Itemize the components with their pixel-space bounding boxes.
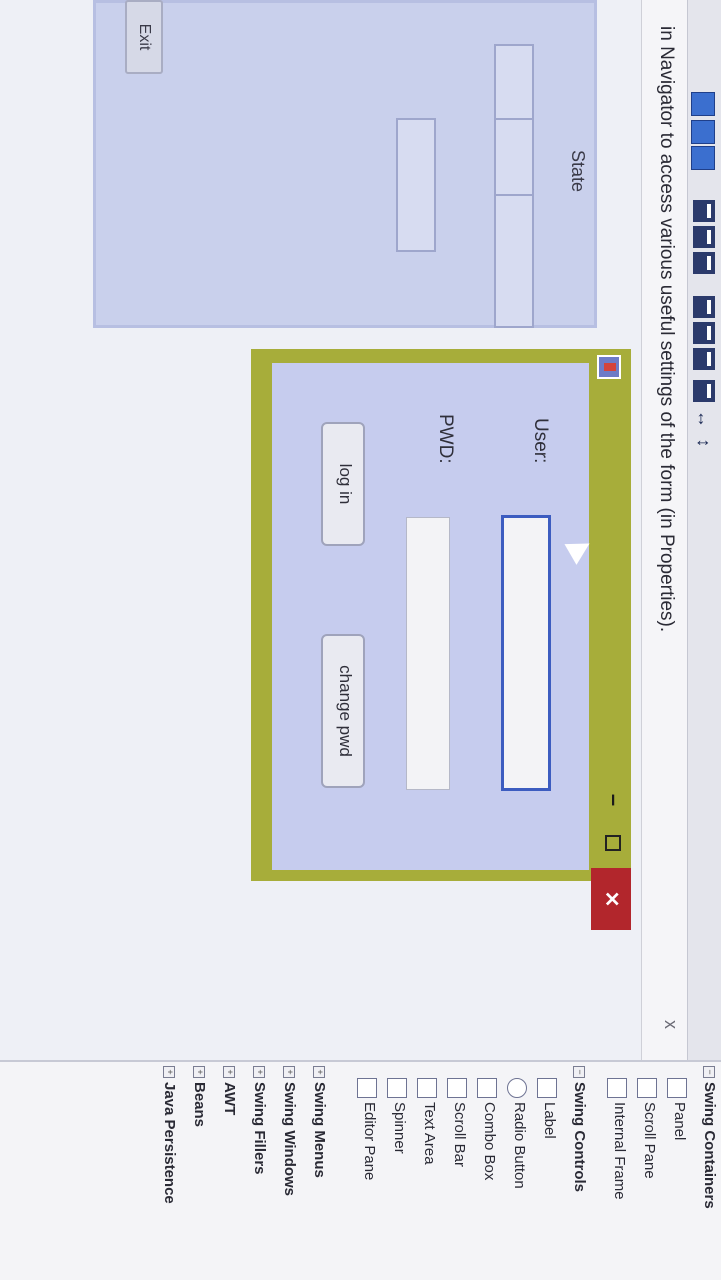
panel-icon xyxy=(667,1078,687,1098)
pwd-label: PWD: xyxy=(435,414,456,464)
spinner-icon xyxy=(387,1078,407,1098)
expand-icon[interactable]: + xyxy=(313,1066,325,1078)
palette-category-java-persistence[interactable]: Java Persistence xyxy=(157,1082,181,1204)
exit-button[interactable]: Exit xyxy=(125,0,163,74)
vertical-resize-icon[interactable]: ↕ xyxy=(693,432,715,454)
palette-category-swing-containers[interactable]: Swing Containers xyxy=(697,1082,721,1209)
preview-design-icon[interactable] xyxy=(691,146,715,170)
palette-item-internal-frame[interactable]: Internal Frame xyxy=(607,1102,631,1200)
label-icon xyxy=(537,1078,557,1098)
state-indicator xyxy=(494,194,534,328)
scroll-bar-icon xyxy=(447,1078,467,1098)
user-label: User: xyxy=(530,418,551,464)
expand-icon[interactable]: + xyxy=(223,1066,235,1078)
info-message: in Navigator to access various useful se… xyxy=(656,26,677,633)
text-area-icon xyxy=(417,1078,437,1098)
editor-pane-icon xyxy=(357,1078,377,1098)
palette-item-text-area[interactable]: Text Area xyxy=(417,1102,441,1165)
expand-icon[interactable]: + xyxy=(193,1066,205,1078)
collapse-icon[interactable]: − xyxy=(573,1066,585,1078)
palette-item-label[interactable]: Label xyxy=(537,1102,561,1139)
login-button[interactable]: log in xyxy=(321,422,365,546)
close-icon[interactable]: x xyxy=(660,1020,681,1029)
connection-mode-icon[interactable] xyxy=(691,120,715,144)
palette-item-radio-button[interactable]: Radio Button xyxy=(507,1102,531,1189)
screen: ↔ ↕ in Navigator to access various usefu… xyxy=(0,0,721,1280)
change-resizability-icon[interactable] xyxy=(693,380,715,402)
radio-button-icon xyxy=(507,1078,527,1098)
expand-icon[interactable]: + xyxy=(283,1066,295,1078)
align-left-icon[interactable] xyxy=(693,200,715,222)
align-top-icon[interactable] xyxy=(693,296,715,318)
internal-frame-icon xyxy=(607,1078,627,1098)
collapse-icon[interactable]: − xyxy=(703,1066,715,1078)
palette-item-scroll-bar[interactable]: Scroll Bar xyxy=(447,1102,471,1167)
palette-item-combo-box[interactable]: Combo Box xyxy=(477,1102,501,1180)
palette-category-swing-windows[interactable]: Swing Windows xyxy=(277,1082,301,1196)
combo-box-icon xyxy=(477,1078,497,1098)
state-indicator xyxy=(396,118,436,252)
java-app-icon xyxy=(597,355,621,379)
palette-category-swing-controls[interactable]: Swing Controls xyxy=(567,1082,591,1192)
align-right-icon[interactable] xyxy=(693,226,715,248)
selection-mode-icon[interactable] xyxy=(691,92,715,116)
palette-item-editor-pane[interactable]: Editor Pane xyxy=(357,1102,381,1180)
palette-category-awt[interactable]: AWT xyxy=(217,1082,241,1115)
palette-item-panel[interactable]: Panel xyxy=(667,1102,691,1140)
user-input[interactable] xyxy=(501,515,551,791)
minimize-button[interactable]: – xyxy=(601,788,627,812)
scroll-pane-icon xyxy=(637,1078,657,1098)
state-label: State xyxy=(568,150,588,193)
maximize-button[interactable] xyxy=(605,835,621,851)
palette-item-spinner[interactable]: Spinner xyxy=(387,1102,411,1154)
palette-category-swing-fillers[interactable]: Swing Fillers xyxy=(247,1082,271,1175)
close-button[interactable]: ✕ xyxy=(591,868,631,930)
align-center-icon[interactable] xyxy=(693,252,715,274)
align-middle-icon[interactable] xyxy=(693,348,715,370)
align-bottom-icon[interactable] xyxy=(693,322,715,344)
expand-icon[interactable]: + xyxy=(253,1066,265,1078)
expand-icon[interactable]: + xyxy=(163,1066,175,1078)
info-bar: in Navigator to access various useful se… xyxy=(641,0,687,1060)
palette-category-beans[interactable]: Beans xyxy=(187,1082,211,1127)
horizontal-resize-icon[interactable]: ↔ xyxy=(693,408,715,430)
password-input[interactable] xyxy=(406,517,450,790)
designer-toolbar: ↔ ↕ xyxy=(687,0,721,1060)
palette-category-swing-menus[interactable]: Swing Menus xyxy=(307,1082,331,1178)
change-password-button[interactable]: change pwd xyxy=(321,634,365,788)
palette-item-scroll-pane[interactable]: Scroll Pane xyxy=(637,1102,661,1179)
